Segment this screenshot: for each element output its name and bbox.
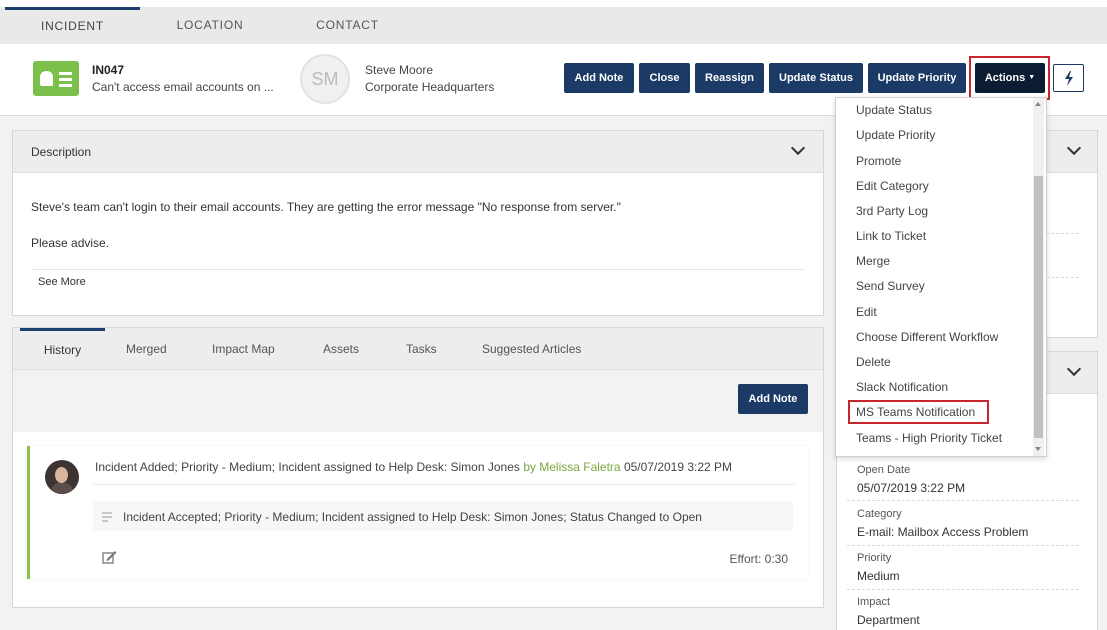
menu-item-promote[interactable]: Promote <box>856 154 901 168</box>
menu-item-ms-teams-notification[interactable]: MS Teams Notification <box>856 405 975 419</box>
menu-item-3rd-party-log[interactable]: 3rd Party Log <box>856 204 928 218</box>
tab-merged[interactable]: Merged <box>126 328 167 369</box>
description-text: Steve's team can't login to their email … <box>31 200 621 214</box>
top-tab-bar: INCIDENT LOCATION CONTACT <box>0 0 1107 44</box>
chevron-down-icon[interactable] <box>1066 361 1082 377</box>
contact-name[interactable]: Steve Moore <box>365 63 433 77</box>
history-entry-timestamp: 05/07/2019 3:22 PM <box>623 460 733 474</box>
menu-item-link-to-ticket[interactable]: Link to Ticket <box>856 229 926 243</box>
lightning-bolt-icon <box>1065 71 1073 86</box>
menu-item-delete[interactable]: Delete <box>856 355 891 369</box>
scroll-up-arrow-icon[interactable] <box>1035 102 1041 106</box>
tab-tasks[interactable]: Tasks <box>406 328 437 369</box>
reassign-button[interactable]: Reassign <box>695 63 764 93</box>
tab-history[interactable]: History <box>20 328 105 369</box>
user-avatar <box>45 460 79 494</box>
description-title: Description <box>31 145 92 159</box>
see-more-link[interactable]: See More <box>38 276 86 288</box>
open-date-value: 05/07/2019 3:22 PM <box>857 481 966 495</box>
history-entry-action: Incident Added; Priority - Medium; Incid… <box>95 460 520 474</box>
close-button[interactable]: Close <box>639 63 690 93</box>
menu-item-send-survey[interactable]: Send Survey <box>856 279 925 293</box>
edit-icon[interactable] <box>102 550 117 564</box>
incident-summary: Can't access email accounts on ... <box>92 80 274 94</box>
menu-item-merge[interactable]: Merge <box>856 254 890 268</box>
divider <box>847 589 1079 590</box>
category-value: E-mail: Mailbox Access Problem <box>857 525 1029 539</box>
contact-avatar: SM <box>300 54 350 104</box>
menu-item-choose-different-workflow[interactable]: Choose Different Workflow <box>856 330 998 344</box>
history-entry-author[interactable]: by Melissa Faletra <box>523 460 620 474</box>
menu-item-edit[interactable]: Edit <box>856 305 877 319</box>
dropdown-scrollbar[interactable] <box>1033 98 1044 456</box>
impact-value: Department <box>857 613 920 627</box>
divider <box>31 269 805 270</box>
actions-button-label: Actions <box>984 72 1026 84</box>
add-note-button[interactable]: Add Note <box>564 63 634 93</box>
history-sub-entry: Incident Accepted; Priority - Medium; In… <box>93 501 793 531</box>
divider <box>847 545 1079 546</box>
tab-suggested-articles[interactable]: Suggested Articles <box>482 328 581 369</box>
open-date-label: Open Date <box>857 464 911 476</box>
contact-location: Corporate Headquarters <box>365 80 495 94</box>
tab-contact[interactable]: CONTACT <box>290 7 405 44</box>
scrollbar-thumb[interactable] <box>1034 176 1043 438</box>
divider <box>847 500 1079 501</box>
quick-action-button[interactable] <box>1053 64 1084 92</box>
divider <box>93 484 794 485</box>
scroll-down-arrow-icon[interactable] <box>1035 447 1041 451</box>
impact-label: Impact <box>857 596 891 608</box>
description-panel: Description Steve's team can't login to … <box>12 130 824 316</box>
tab-impact-map[interactable]: Impact Map <box>212 328 275 369</box>
description-text-advise: Please advise. <box>31 236 110 250</box>
text-lines-icon <box>102 512 112 524</box>
menu-item-slack-notification[interactable]: Slack Notification <box>856 380 948 394</box>
description-panel-header[interactable]: Description <box>13 131 823 173</box>
menu-item-teams-high-priority-ticket[interactable]: Teams - High Priority Ticket <box>856 431 1002 445</box>
history-panel: History Merged Impact Map Assets Tasks S… <box>12 327 824 608</box>
history-entry-text: Incident Added; Priority - Medium; Incid… <box>95 460 732 474</box>
effort-value: Effort: 0:30 <box>729 552 788 566</box>
menu-item-edit-category[interactable]: Edit Category <box>856 179 929 193</box>
incident-contact-card-icon <box>33 61 79 96</box>
priority-value: Medium <box>857 569 900 583</box>
history-tab-bar: History Merged Impact Map Assets Tasks S… <box>13 328 823 370</box>
update-status-button[interactable]: Update Status <box>769 63 863 93</box>
history-entry: Incident Added; Priority - Medium; Incid… <box>27 446 808 579</box>
actions-dropdown-menu: Update Status Update Priority Promote Ed… <box>835 97 1047 457</box>
caret-down-icon: ▼ <box>1028 74 1036 81</box>
tab-incident[interactable]: INCIDENT <box>5 7 140 44</box>
category-label: Category <box>857 508 902 520</box>
history-add-note-button[interactable]: Add Note <box>738 384 808 414</box>
priority-label: Priority <box>857 552 892 564</box>
menu-item-update-status[interactable]: Update Status <box>856 103 932 117</box>
menu-item-update-priority[interactable]: Update Priority <box>856 128 935 142</box>
update-priority-button[interactable]: Update Priority <box>868 63 966 93</box>
actions-button[interactable]: Actions ▼ <box>975 63 1045 93</box>
incident-id: IN047 <box>92 63 125 77</box>
chevron-down-icon[interactable] <box>1066 140 1082 156</box>
history-toolbar: Add Note <box>13 370 823 432</box>
chevron-down-icon[interactable] <box>790 140 806 156</box>
history-sub-entry-text: Incident Accepted; Priority - Medium; In… <box>123 510 702 524</box>
tab-assets[interactable]: Assets <box>323 328 359 369</box>
tab-location[interactable]: LOCATION <box>150 7 270 44</box>
